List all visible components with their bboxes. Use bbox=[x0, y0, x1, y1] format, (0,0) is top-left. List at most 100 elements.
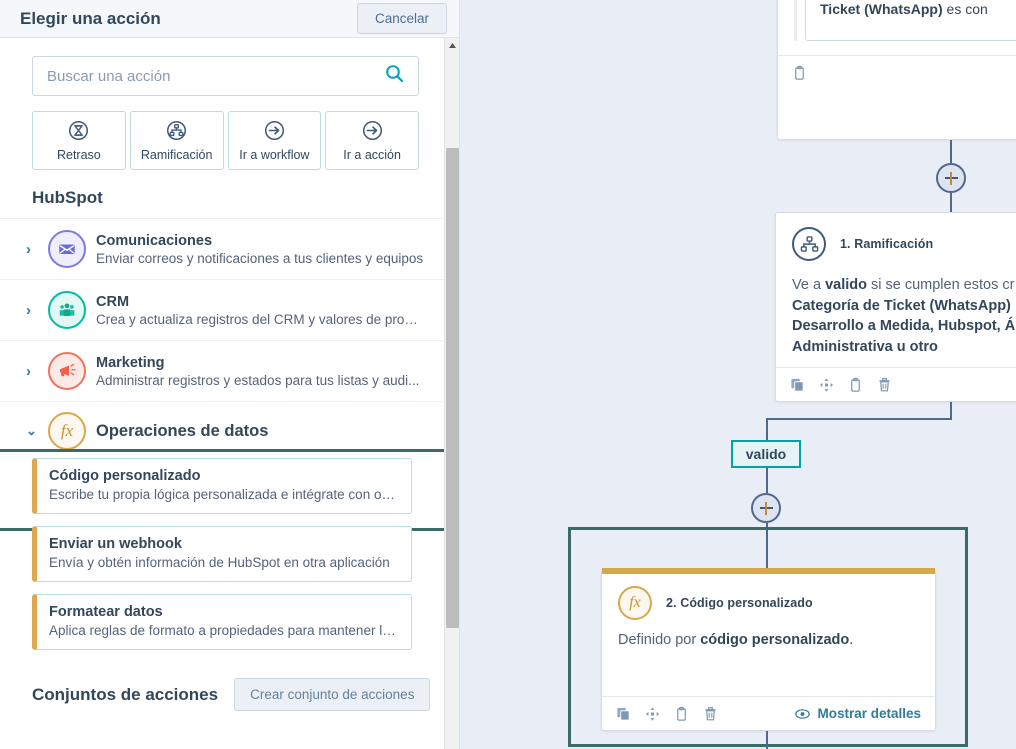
hubspot-section-title: HubSpot bbox=[32, 188, 103, 207]
category-text: Comunicaciones Enviar correos y notifica… bbox=[96, 233, 424, 266]
code-card-show-details-label: Mostrar detalles bbox=[817, 706, 921, 721]
code-body-suffix: . bbox=[849, 632, 854, 648]
copy-icon[interactable] bbox=[790, 377, 805, 393]
workflow-card-code[interactable]: fx 2. Código personalizado Definido por … bbox=[601, 568, 936, 731]
megaphone-icon bbox=[48, 352, 86, 390]
clipboard-icon[interactable] bbox=[674, 706, 689, 722]
choose-action-panel: Elegir una acción Cancelar Buscar una ac… bbox=[0, 0, 460, 749]
category-name: Marketing bbox=[96, 354, 165, 371]
envelope-icon bbox=[48, 230, 86, 268]
create-action-set-button[interactable]: Crear conjunto de acciones bbox=[234, 678, 431, 711]
action-card-codigo-personalizado[interactable]: Código personalizado Escribe tu propia l… bbox=[32, 458, 412, 514]
code-body-bold: código personalizado bbox=[700, 632, 850, 648]
top-card-footer: Mo bbox=[778, 55, 1016, 89]
panel-scroll-area: Retraso Ramificación bbox=[0, 38, 444, 749]
quick-action-retraso[interactable]: Retraso bbox=[32, 111, 126, 170]
branch-line-2: Categoría de Ticket (WhatsApp) bbox=[792, 297, 1011, 314]
search-icon[interactable] bbox=[385, 64, 404, 88]
trash-icon[interactable] bbox=[877, 377, 892, 393]
action-card-enviar-un-webhook[interactable]: Enviar un webhook Envía y obtén informac… bbox=[32, 526, 412, 582]
move-icon[interactable] bbox=[819, 377, 834, 393]
branch-card-body: Ve a valido si se cumplen estos cr Categ… bbox=[792, 275, 1016, 357]
category-desc: Crea y actualiza registros del CRM y val… bbox=[96, 311, 424, 327]
copy-icon[interactable] bbox=[616, 706, 631, 722]
code-body-prefix: Definido por bbox=[618, 632, 697, 648]
action-sets-section: Conjuntos de acciones Crear conjunto de … bbox=[0, 662, 444, 711]
category-name: CRM bbox=[96, 293, 130, 310]
category-desc: Administrar registros y estados para tus… bbox=[96, 372, 420, 388]
connector-branch-left-down bbox=[766, 418, 768, 440]
chevron-down-icon[interactable]: ⌄ bbox=[26, 423, 38, 439]
add-step-button-1[interactable] bbox=[936, 163, 966, 193]
code-card-header: fx 2. Código personalizado bbox=[618, 586, 919, 620]
add-step-button-2[interactable] bbox=[751, 493, 781, 523]
quick-action-ir-a-workflow[interactable]: Ir a workflow bbox=[227, 111, 322, 170]
page-title: Elegir una acción bbox=[20, 8, 161, 28]
branch-line-4: Administrativa u otro bbox=[792, 338, 938, 355]
category-row-marketing[interactable]: › Marketing Administrar registros y esta… bbox=[0, 340, 444, 402]
action-desc: Envía y obtén información de HubSpot en … bbox=[49, 555, 390, 570]
workflow-canvas[interactable]: • El nombre de la propiedad Categoría de… bbox=[460, 0, 1016, 749]
quick-action-label: Ramificación bbox=[140, 147, 213, 162]
top-card-value-bold-2: Ticket (WhatsApp) bbox=[820, 1, 943, 17]
category-text: Marketing Administrar registros y estado… bbox=[96, 355, 424, 388]
clipboard-icon[interactable] bbox=[792, 65, 807, 81]
people-icon bbox=[48, 291, 86, 329]
quick-action-ramificacion[interactable]: Ramificación bbox=[129, 111, 224, 170]
hourglass-icon bbox=[68, 120, 89, 144]
branch-icon bbox=[166, 120, 187, 144]
connector-code-down bbox=[766, 731, 768, 749]
trash-icon[interactable] bbox=[703, 706, 718, 722]
category-row-operaciones-de-datos[interactable]: ⌄ fx Operaciones de datos bbox=[0, 402, 444, 458]
arrow-right-circle-icon bbox=[264, 120, 285, 144]
action-name: Enviar un webhook bbox=[49, 536, 182, 552]
eye-icon bbox=[795, 706, 811, 722]
scroll-up-arrow-icon[interactable] bbox=[445, 38, 460, 52]
branch-icon bbox=[792, 227, 826, 261]
cancel-button[interactable]: Cancelar bbox=[356, 3, 447, 34]
top-card-value-text-2: es con bbox=[946, 1, 988, 17]
panel-scrollbar[interactable] bbox=[444, 38, 459, 749]
branch-line-1-suffix: si se cumplen estos cr bbox=[871, 277, 1015, 293]
branch-card-header: 1. Ramificación bbox=[792, 227, 1016, 261]
chevron-right-icon[interactable]: › bbox=[26, 302, 38, 319]
action-name: Código personalizado bbox=[49, 468, 201, 484]
search-input[interactable] bbox=[47, 67, 385, 85]
connector-branch-horizontal bbox=[766, 418, 952, 420]
action-desc: Escribe tu propia lógica personalizada e… bbox=[49, 487, 397, 502]
action-sets-title: Conjuntos de acciones bbox=[32, 684, 219, 704]
code-card-title: 2. Código personalizado bbox=[666, 596, 813, 610]
branch-label-valido[interactable]: valido bbox=[731, 440, 801, 468]
category-desc: Enviar correos y notificaciones a tus cl… bbox=[96, 250, 424, 266]
category-name: Operaciones de datos bbox=[96, 421, 269, 440]
connector-top bbox=[950, 140, 952, 163]
branch-line-1-bold: valido bbox=[825, 277, 867, 293]
workflow-card-top[interactable]: • El nombre de la propiedad Categoría de… bbox=[777, 0, 1016, 140]
panel-header: Elegir una acción Cancelar bbox=[0, 0, 459, 38]
action-name: Formatear datos bbox=[49, 604, 163, 620]
connector-label-to-plus bbox=[766, 468, 768, 493]
quick-action-label: Retraso bbox=[56, 147, 101, 162]
fx-icon: fx bbox=[48, 412, 86, 450]
code-card-show-details-button[interactable]: Mostrar detalles bbox=[795, 706, 921, 722]
chevron-right-icon[interactable]: › bbox=[26, 241, 38, 258]
quick-action-ir-a-accion[interactable]: Ir a acción bbox=[325, 111, 419, 170]
code-card-footer: Mostrar detalles bbox=[602, 696, 935, 730]
chevron-right-icon[interactable]: › bbox=[26, 363, 38, 380]
action-card-formatear-datos[interactable]: Formatear datos Aplica reglas de formato… bbox=[32, 594, 412, 650]
category-text: CRM Crea y actualiza registros del CRM y… bbox=[96, 294, 424, 327]
action-desc: Aplica reglas de formato a propiedades p… bbox=[49, 623, 397, 638]
branch-card-footer: Mo bbox=[776, 367, 1016, 401]
search-box[interactable] bbox=[32, 56, 419, 96]
fx-icon: fx bbox=[618, 586, 652, 620]
workflow-card-branch[interactable]: 1. Ramificación Ve a valido si se cumple… bbox=[775, 212, 1016, 402]
arrow-right-circle-icon bbox=[362, 120, 383, 144]
move-icon[interactable] bbox=[645, 706, 660, 722]
clipboard-icon[interactable] bbox=[848, 377, 863, 393]
category-name: Comunicaciones bbox=[96, 232, 213, 249]
category-row-comunicaciones[interactable]: › Comunicaciones Enviar correos y notifi… bbox=[0, 218, 444, 279]
branch-line-1-prefix: Ve a bbox=[792, 277, 822, 293]
connector-plus1-to-branch bbox=[950, 193, 952, 212]
scrollbar-thumb[interactable] bbox=[446, 148, 459, 628]
category-row-crm[interactable]: › CRM Crea y actualiza registros del CRM… bbox=[0, 279, 444, 340]
